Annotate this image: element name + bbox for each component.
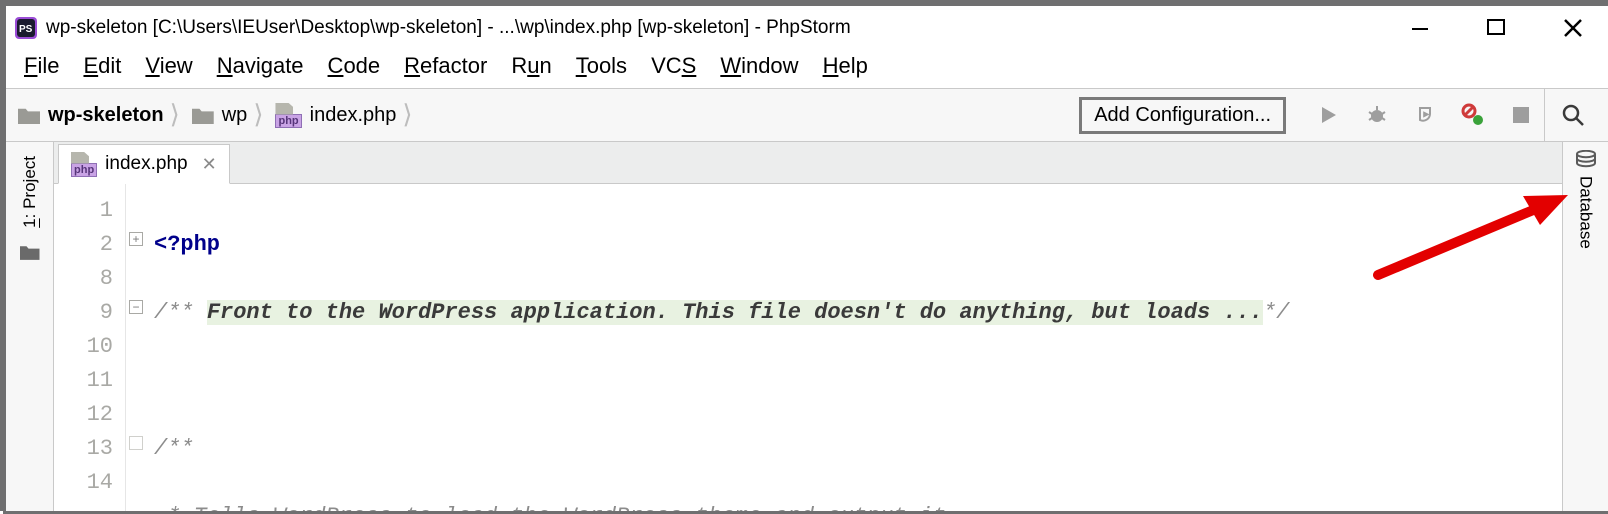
project-tool-button[interactable]: 1: Project [20, 156, 40, 228]
minimize-button[interactable] [1410, 17, 1438, 39]
maximize-button[interactable] [1486, 17, 1514, 39]
menu-view[interactable]: View [135, 51, 202, 81]
editor[interactable]: 1 2 8 9 10 11 12 13 14 + − <?php /** Fro… [54, 184, 1562, 511]
menu-tools[interactable]: Tools [566, 51, 637, 81]
window-title: wp-skeleton [C:\Users\IEUser\Desktop\wp-… [46, 17, 1410, 39]
database-icon[interactable] [1574, 150, 1598, 170]
menu-file[interactable]: File [14, 51, 69, 81]
debug-icon[interactable] [1364, 102, 1390, 128]
search-everywhere-button[interactable] [1544, 89, 1600, 141]
navigation-toolbar: wp-skeleton ⟩ wp ⟩ php index.php ⟩ Add C… [6, 88, 1608, 142]
php-file-icon: php [275, 103, 301, 128]
folder-icon [18, 106, 40, 124]
tab-index-php[interactable]: php index.php ✕ [58, 144, 230, 184]
breadcrumb-file[interactable]: php index.php ⟩ [271, 95, 420, 135]
menu-code[interactable]: Code [318, 51, 391, 81]
coverage-icon[interactable] [1412, 102, 1438, 128]
menu-help[interactable]: Help [813, 51, 878, 81]
menu-edit[interactable]: Edit [73, 51, 131, 81]
gutter-line-numbers: 1 2 8 9 10 11 12 13 14 [54, 184, 126, 511]
fold-column: + − [126, 184, 148, 511]
close-tab-icon[interactable]: ✕ [196, 154, 217, 175]
phpstorm-icon: PS [14, 16, 38, 40]
breadcrumb-dir[interactable]: wp ⟩ [188, 95, 272, 135]
fold-expand-icon[interactable]: + [129, 232, 143, 246]
breadcrumb-file-label: index.php [310, 104, 397, 127]
breadcrumb-root[interactable]: wp-skeleton ⟩ [14, 95, 188, 135]
menu-vcs[interactable]: VCS [641, 51, 706, 81]
inspection-ok-icon[interactable]: ✓ [1528, 190, 1548, 224]
folder-icon [192, 106, 214, 124]
menu-run[interactable]: Run [501, 51, 561, 81]
breadcrumb: wp-skeleton ⟩ wp ⟩ php index.php ⟩ [14, 89, 1079, 141]
chevron-right-icon: ⟩ [396, 99, 412, 132]
editor-tabs: php index.php ✕ [54, 142, 1562, 184]
menu-window[interactable]: Window [710, 51, 808, 81]
database-tool-button[interactable]: Database [1576, 176, 1596, 249]
stop-listening-icon[interactable] [1460, 102, 1486, 128]
chevron-right-icon: ⟩ [164, 99, 180, 132]
window-controls [1410, 17, 1600, 39]
menu-refactor[interactable]: Refactor [394, 51, 497, 81]
fold-end-icon[interactable] [129, 436, 143, 450]
php-file-icon: php [71, 152, 97, 177]
project-icon [20, 244, 40, 260]
svg-text:PS: PS [19, 24, 33, 35]
run-icon[interactable] [1316, 102, 1342, 128]
breadcrumb-dir-label: wp [222, 104, 248, 127]
stop-icon[interactable] [1508, 102, 1534, 128]
code-area[interactable]: <?php /** Front to the WordPress applica… [148, 184, 1562, 511]
chevron-right-icon: ⟩ [247, 99, 263, 132]
menu-navigate[interactable]: Navigate [207, 51, 314, 81]
run-toolbar [1286, 102, 1544, 128]
breadcrumb-root-label: wp-skeleton [48, 104, 164, 127]
fold-collapse-icon[interactable]: − [129, 300, 143, 314]
menu-bar: File Edit View Navigate Code Refactor Ru… [6, 50, 1608, 88]
tab-label: index.php [105, 153, 187, 175]
add-configuration-button[interactable]: Add Configuration... [1079, 97, 1286, 134]
title-bar: PS wp-skeleton [C:\Users\IEUser\Desktop\… [6, 6, 1608, 50]
close-button[interactable] [1562, 17, 1590, 39]
right-tool-stripe: Database [1562, 142, 1608, 511]
left-tool-stripe: 1: Project [6, 142, 54, 511]
